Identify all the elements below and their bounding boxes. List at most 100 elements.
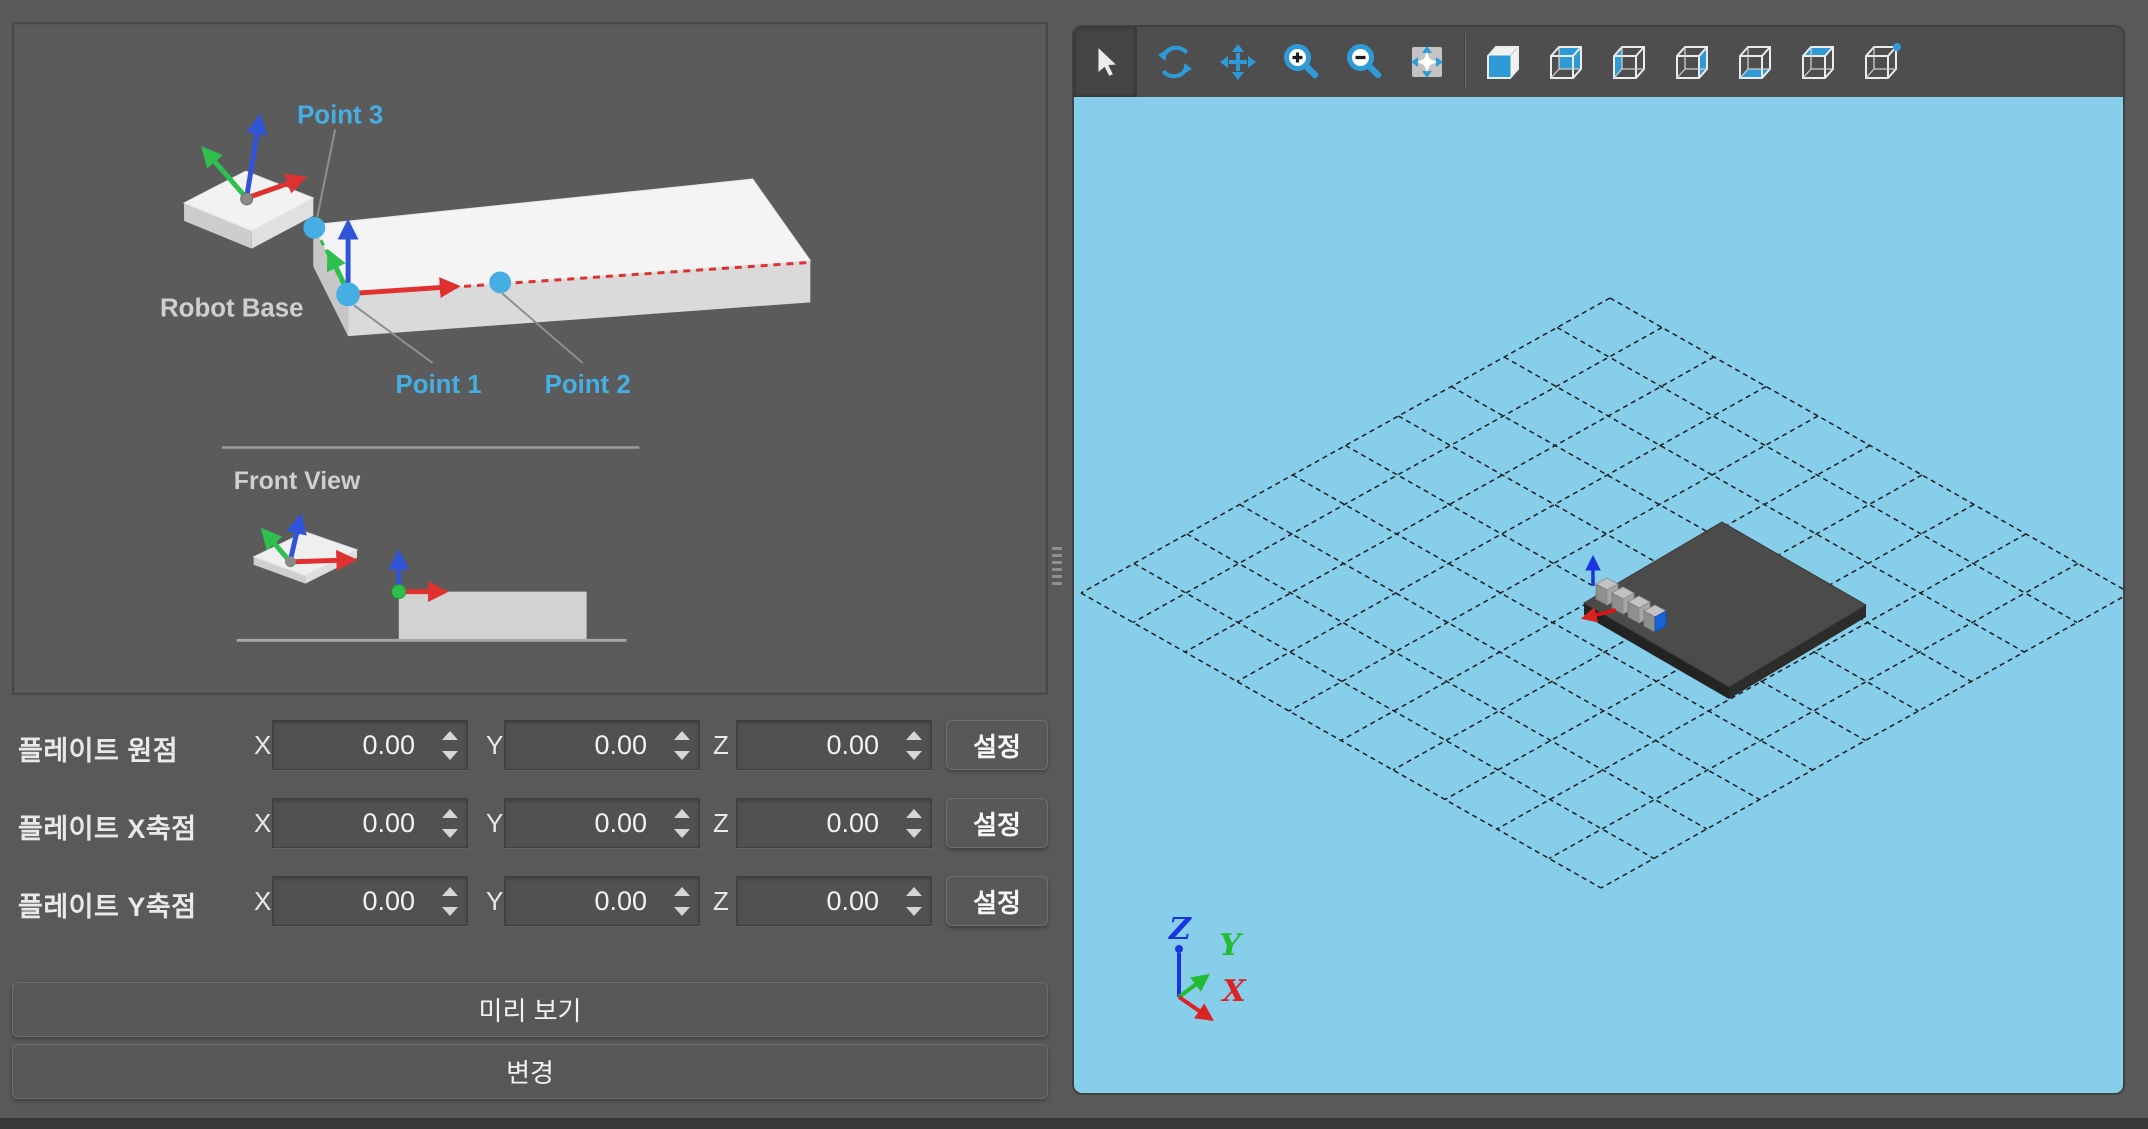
pan-icon [1218,42,1258,82]
zoom-in-button[interactable] [1276,36,1326,88]
x-point-z-spinbox[interactable] [736,798,932,848]
view-right-cube-icon [1671,42,1715,82]
y-point-z-spinbox[interactable] [736,876,932,926]
triad-z-label: Z [1168,912,1192,947]
window-bottom-bar [0,1118,2148,1129]
calibration-diagram-panel: Robot Base Point 3 Point 1 P [12,22,1048,695]
y-field-label: Y [486,886,503,917]
x-point-x-spinbox[interactable] [272,798,468,848]
x-point-set-button[interactable]: 설정 [946,798,1048,848]
pan-view-button[interactable] [1213,36,1263,88]
viewport-panel: Z Y X [1072,25,2125,1095]
view-right-button[interactable] [1668,36,1718,88]
view-bottom-cube-icon [1734,42,1778,82]
front-view-robot-base [254,517,357,584]
y-point-x-spinbox[interactable] [272,876,468,926]
zoom-out-icon [1344,42,1384,82]
spin-down-arrow[interactable] [674,907,690,916]
zoom-fit-icon [1407,42,1447,82]
plate-x-axis-point-label: 플레이트 X축점 [18,807,197,846]
y-point-x-input[interactable] [273,877,467,925]
spin-down-arrow[interactable] [442,751,458,760]
spin-down-arrow[interactable] [906,751,922,760]
spin-up-arrow[interactable] [674,887,690,896]
view-back-button[interactable] [1542,36,1592,88]
view-back-cube-icon [1545,42,1589,82]
y-field-label: Y [486,730,503,761]
x-field-label: X [254,886,271,917]
point3-leader-line [317,129,335,216]
x-point-x-input[interactable] [273,799,467,847]
origin-z-spinbox[interactable] [736,720,932,770]
viewport-toolbar [1074,27,2123,97]
x-field-label: X [254,730,271,761]
zoom-in-icon [1281,42,1321,82]
point3-marker [303,217,325,239]
view-isometric-cube-icon [1860,42,1904,82]
spin-up-arrow[interactable] [442,731,458,740]
x-field-label: X [254,808,271,839]
x-point-z-input[interactable] [737,799,931,847]
point1-marker [336,282,360,306]
view-left-button[interactable] [1605,36,1655,88]
spin-up-arrow[interactable] [906,731,922,740]
rotate-view-button[interactable] [1150,36,1200,88]
plate-origin-row: 플레이트 원점 X Y Z 설정 [12,720,1048,770]
spin-down-arrow[interactable] [906,907,922,916]
panel-splitter-handle[interactable] [1052,543,1064,589]
spin-up-arrow[interactable] [442,809,458,818]
view-front-cube-icon [1482,42,1526,82]
spin-down-arrow[interactable] [442,907,458,916]
z-field-label: Z [713,886,729,917]
triad-x-label: X [1220,974,1247,1009]
toolbar-separator [1465,34,1466,90]
plate-origin-label: 플레이트 원점 [18,729,178,768]
z-field-label: Z [713,808,729,839]
robot-base-label: Robot Base [160,294,304,322]
spin-down-arrow[interactable] [442,829,458,838]
spin-up-arrow[interactable] [674,809,690,818]
point2-label: Point 2 [545,371,631,399]
origin-set-button[interactable]: 설정 [946,720,1048,770]
application-window: Robot Base Point 3 Point 1 P [0,0,2148,1129]
robot-base-illustration: Robot Base [160,117,313,322]
triad-y-label: Y [1219,928,1243,963]
x-point-y-spinbox[interactable] [504,798,700,848]
view-top-cube-icon [1797,42,1841,82]
y-point-y-input[interactable] [505,877,699,925]
origin-z-input[interactable] [737,721,931,769]
x-point-y-input[interactable] [505,799,699,847]
plate-illustration: Point 3 Point 1 Point 2 [297,101,810,398]
view-top-button[interactable] [1794,36,1844,88]
origin-y-input[interactable] [505,721,699,769]
plate-y-axis-point-row: 플레이트 Y축점 X Y Z 설정 [12,876,1048,926]
cursor-icon [1085,42,1125,82]
z-field-label: Z [713,730,729,761]
view-front-button[interactable] [1479,36,1529,88]
origin-x-spinbox[interactable] [272,720,468,770]
isometric-corner-dot [1893,43,1901,51]
origin-x-input[interactable] [273,721,467,769]
origin-y-spinbox[interactable] [504,720,700,770]
spin-up-arrow[interactable] [674,731,690,740]
view-left-cube-icon [1608,42,1652,82]
y-point-z-input[interactable] [737,877,931,925]
y-point-set-button[interactable]: 설정 [946,876,1048,926]
zoom-out-button[interactable] [1339,36,1389,88]
zoom-fit-button[interactable] [1402,36,1452,88]
select-tool-button[interactable] [1074,27,1137,97]
spin-up-arrow[interactable] [906,887,922,896]
y-point-y-spinbox[interactable] [504,876,700,926]
y-field-label: Y [486,808,503,839]
spin-down-arrow[interactable] [906,829,922,838]
spin-up-arrow[interactable] [442,887,458,896]
view-isometric-button[interactable] [1857,36,1907,88]
change-button[interactable]: 변경 [12,1044,1048,1099]
viewport-3d-canvas[interactable]: Z Y X [1074,97,2123,1093]
spin-up-arrow[interactable] [906,809,922,818]
spin-down-arrow[interactable] [674,829,690,838]
view-bottom-button[interactable] [1731,36,1781,88]
spin-down-arrow[interactable] [674,751,690,760]
robot-base-origin-dot [241,193,253,205]
preview-button[interactable]: 미리 보기 [12,982,1048,1037]
